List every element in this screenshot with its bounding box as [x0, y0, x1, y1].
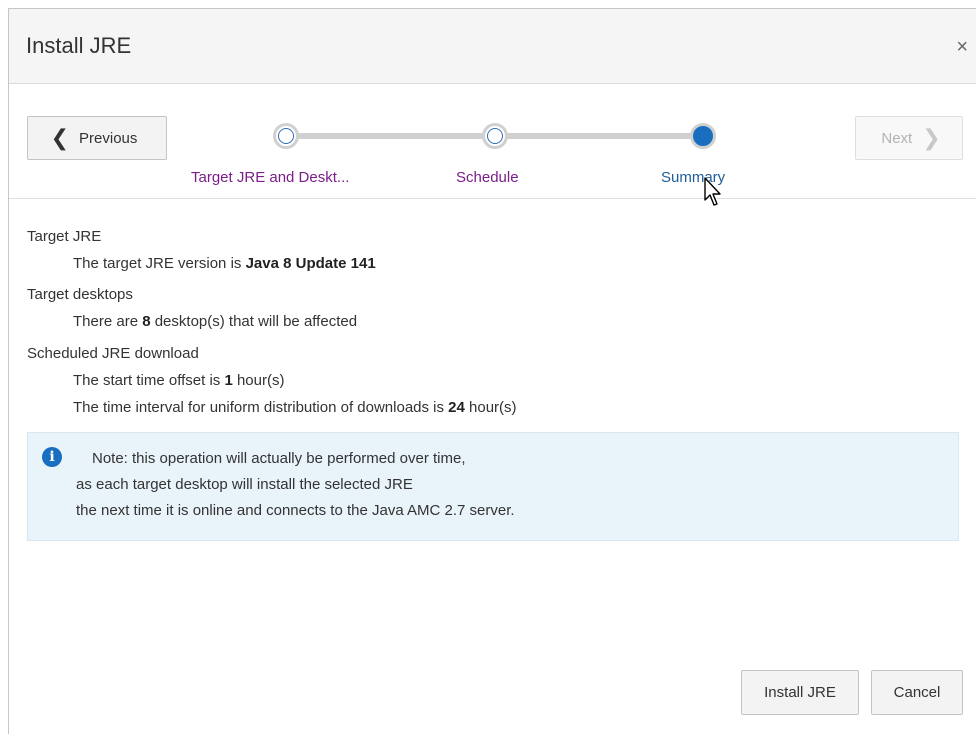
train-stop-summary[interactable] [690, 123, 716, 149]
desktops-prefix: There are [73, 313, 143, 330]
previous-button[interactable]: ❮ Previous [27, 116, 167, 160]
dialog-header: Install JRE × [9, 9, 976, 84]
chevron-right-icon: ❯ [922, 125, 941, 150]
note-line-2: as each target desktop will install the … [76, 476, 413, 493]
cancel-button[interactable]: Cancel [871, 670, 963, 715]
close-icon[interactable]: × [956, 37, 968, 57]
train-label-schedule[interactable]: Schedule [456, 169, 519, 186]
info-icon: i [42, 447, 62, 467]
note-line-3: the next time it is online and connects … [76, 502, 515, 519]
desktops-count: 8 [142, 313, 151, 330]
target-jre-line: The target JRE version is Java 8 Update … [73, 255, 376, 272]
interval-line: The time interval for uniform distributi… [73, 399, 517, 416]
train-stop-target[interactable] [273, 123, 299, 149]
schedule-heading: Scheduled JRE download [27, 345, 199, 362]
target-desktops-heading: Target desktops [27, 286, 133, 303]
info-note: i Note: this operation will actually be … [27, 432, 959, 541]
interval-suffix: hour(s) [464, 399, 517, 416]
target-desktops-line: There are 8 desktop(s) that will be affe… [73, 313, 357, 330]
install-jre-dialog: Install JRE × ❮ Previous Target JRE and … [8, 8, 976, 734]
next-label: Next [881, 129, 913, 147]
install-jre-button[interactable]: Install JRE [741, 670, 859, 715]
train-label-target[interactable]: Target JRE and Deskt... [191, 169, 349, 186]
target-jre-text: The target JRE version is [73, 255, 246, 272]
target-jre-value: Java 8 Update 141 [245, 255, 376, 272]
previous-label: Previous [79, 129, 138, 147]
dialog-title: Install JRE [26, 33, 132, 58]
target-jre-heading: Target JRE [27, 228, 102, 245]
offset-suffix: hour(s) [232, 372, 285, 389]
offset-value: 1 [224, 372, 233, 389]
next-button[interactable]: Next ❯ [855, 116, 963, 160]
note-line-1: Note: this operation will actually be pe… [92, 450, 466, 467]
train-stop-schedule[interactable] [482, 123, 508, 149]
wizard-train: ❮ Previous Target JRE and Deskt... Sched… [9, 83, 976, 199]
mouse-pointer-icon [704, 177, 721, 206]
interval-value: 24 [448, 399, 465, 416]
interval-prefix: The time interval for uniform distributi… [73, 399, 449, 416]
desktops-suffix: desktop(s) that will be affected [150, 313, 358, 330]
chevron-left-icon: ❮ [50, 125, 70, 150]
offset-prefix: The start time offset is [73, 372, 225, 389]
offset-line: The start time offset is 1 hour(s) [73, 372, 284, 389]
